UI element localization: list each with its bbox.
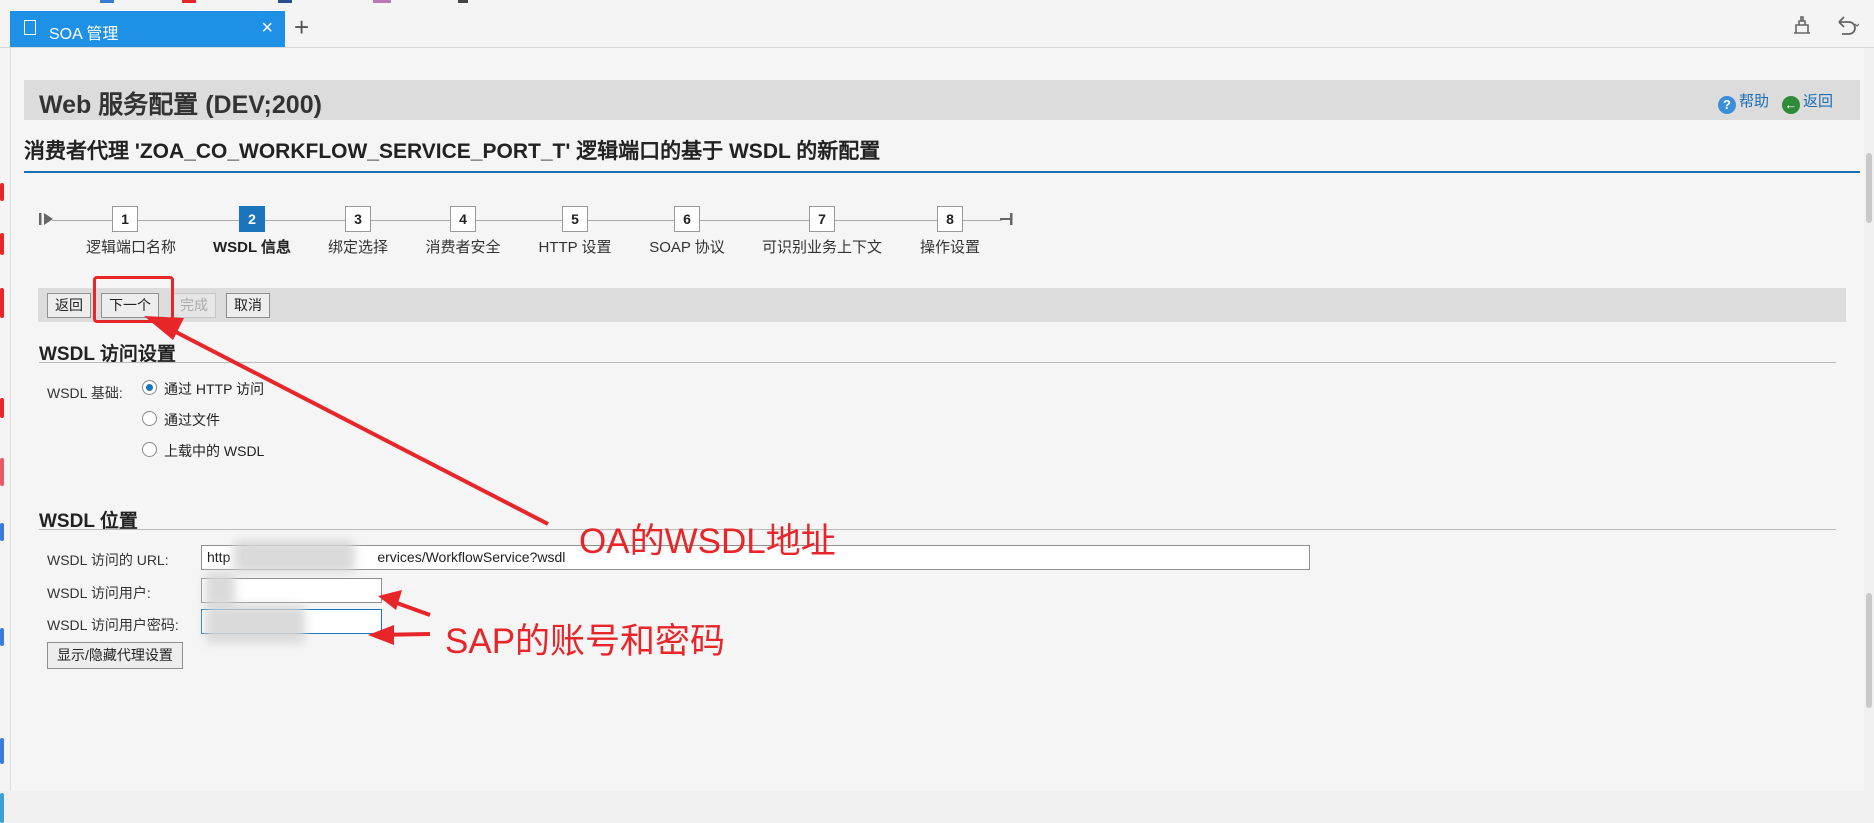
annotation-arrows [144, 316, 549, 645]
scrollbar-thumb[interactable] [1866, 593, 1872, 708]
annotation-oa-wsdl: OA的WSDL地址 [579, 522, 836, 561]
scrollbar-thumb[interactable] [1866, 153, 1872, 223]
annotation-sap-account: SAP的账号和密码 [445, 622, 726, 661]
vertical-scrollbar[interactable] [1864, 48, 1874, 791]
